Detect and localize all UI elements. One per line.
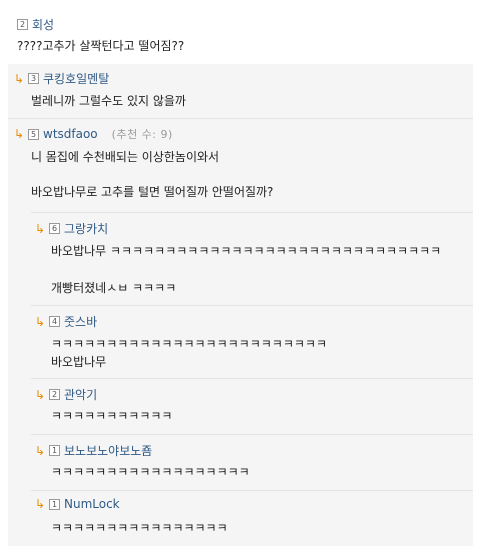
vote-count: (추천 수: 9) xyxy=(111,128,173,141)
comment-body-line: ㅋㅋㅋㅋㅋㅋㅋㅋㅋㅋㅋㅋㅋㅋㅋㅋㅋㅋㅋㅋㅋㅋㅋㅋㅋ xyxy=(51,337,328,351)
reply-arrow-icon: ↳ xyxy=(35,314,46,329)
reply-arrow-icon: ↳ xyxy=(35,387,46,402)
reply-arrow-icon: ↳ xyxy=(14,127,25,141)
nickname[interactable]: NumLock xyxy=(64,497,120,511)
nickname[interactable]: 줏스바 xyxy=(64,313,97,330)
comment-body-line: 바오밥나무 ㅋㅋㅋㅋㅋㅋㅋㅋㅋㅋㅋㅋㅋㅋㅋㅋㅋㅋㅋㅋㅋㅋㅋㅋㅋㅋㅋㅋㅋㅋ xyxy=(51,244,442,258)
nickname[interactable]: 보노보노야보노죰 xyxy=(64,442,152,459)
comment-body-line: 개빵터졌네ㅅㅂ ㅋㅋㅋㅋ xyxy=(51,281,177,295)
comment-body-line: 바오밥나무 xyxy=(51,355,107,369)
divider xyxy=(31,378,473,379)
reply-arrow-icon: ↳ xyxy=(35,497,46,511)
level-icon: 1 xyxy=(49,498,60,510)
comment-body: ㅋㅋㅋㅋㅋㅋㅋㅋㅋㅋㅋㅋㅋㅋㅋㅋㅋㅋ xyxy=(51,465,250,479)
comment-header: ↳ 4 줏스바 xyxy=(35,313,97,330)
level-icon: 2 xyxy=(49,389,60,400)
comment-header: ↳ 5 wtsdfaoo (추천 수: 9) xyxy=(14,126,173,142)
level-icon: 6 xyxy=(49,223,60,234)
comment-header: ↳ 1 보노보노야보노죰 xyxy=(35,442,152,459)
comment-header: ↳ 1 NumLock xyxy=(35,497,120,511)
divider xyxy=(31,305,473,306)
level-icon: 1 xyxy=(49,445,60,456)
comment-body-line: 니 몸집에 수천배되는 이상한놈이와서 xyxy=(31,150,220,164)
nickname[interactable]: 그랑카치 xyxy=(64,220,108,237)
level-icon: 3 xyxy=(28,73,39,84)
comment-header: ↳ 3 쿠킹호일멘탈 xyxy=(14,70,109,87)
comment-header: ↳ 6 그랑카치 xyxy=(35,220,108,237)
reply-arrow-icon: ↳ xyxy=(35,221,46,236)
comment-body: ㅋㅋㅋㅋㅋㅋㅋㅋㅋㅋㅋㅋㅋㅋㅋㅋ xyxy=(51,521,228,535)
level-icon: 2 xyxy=(17,19,28,30)
comment-body: ㅋㅋㅋㅋㅋㅋㅋㅋㅋㅋㅋ xyxy=(51,409,173,423)
comment-header: ↳ 2 관악기 xyxy=(35,386,97,403)
divider xyxy=(31,434,473,435)
divider xyxy=(8,118,473,119)
reply-arrow-icon: ↳ xyxy=(35,443,46,458)
comment-header: 2 회성 xyxy=(17,16,54,33)
nickname[interactable]: 회성 xyxy=(32,16,54,33)
divider xyxy=(31,212,473,213)
divider xyxy=(31,490,473,491)
level-icon: 5 xyxy=(28,128,39,140)
reply-arrow-icon: ↳ xyxy=(14,71,25,86)
nickname[interactable]: wtsdfaoo xyxy=(43,127,98,141)
nickname[interactable]: 쿠킹호일멘탈 xyxy=(43,70,109,87)
nickname[interactable]: 관악기 xyxy=(64,386,97,403)
comment-body: ????고추가 살짝턴다고 떨어짐?? xyxy=(17,39,185,53)
comment-body: 벌레니까 그럴수도 있지 않을까 xyxy=(31,94,186,108)
comment-body-line: 바오밥나무로 고추를 털면 떨어질까 안떨어질까? xyxy=(31,185,274,199)
level-icon: 4 xyxy=(49,316,60,327)
